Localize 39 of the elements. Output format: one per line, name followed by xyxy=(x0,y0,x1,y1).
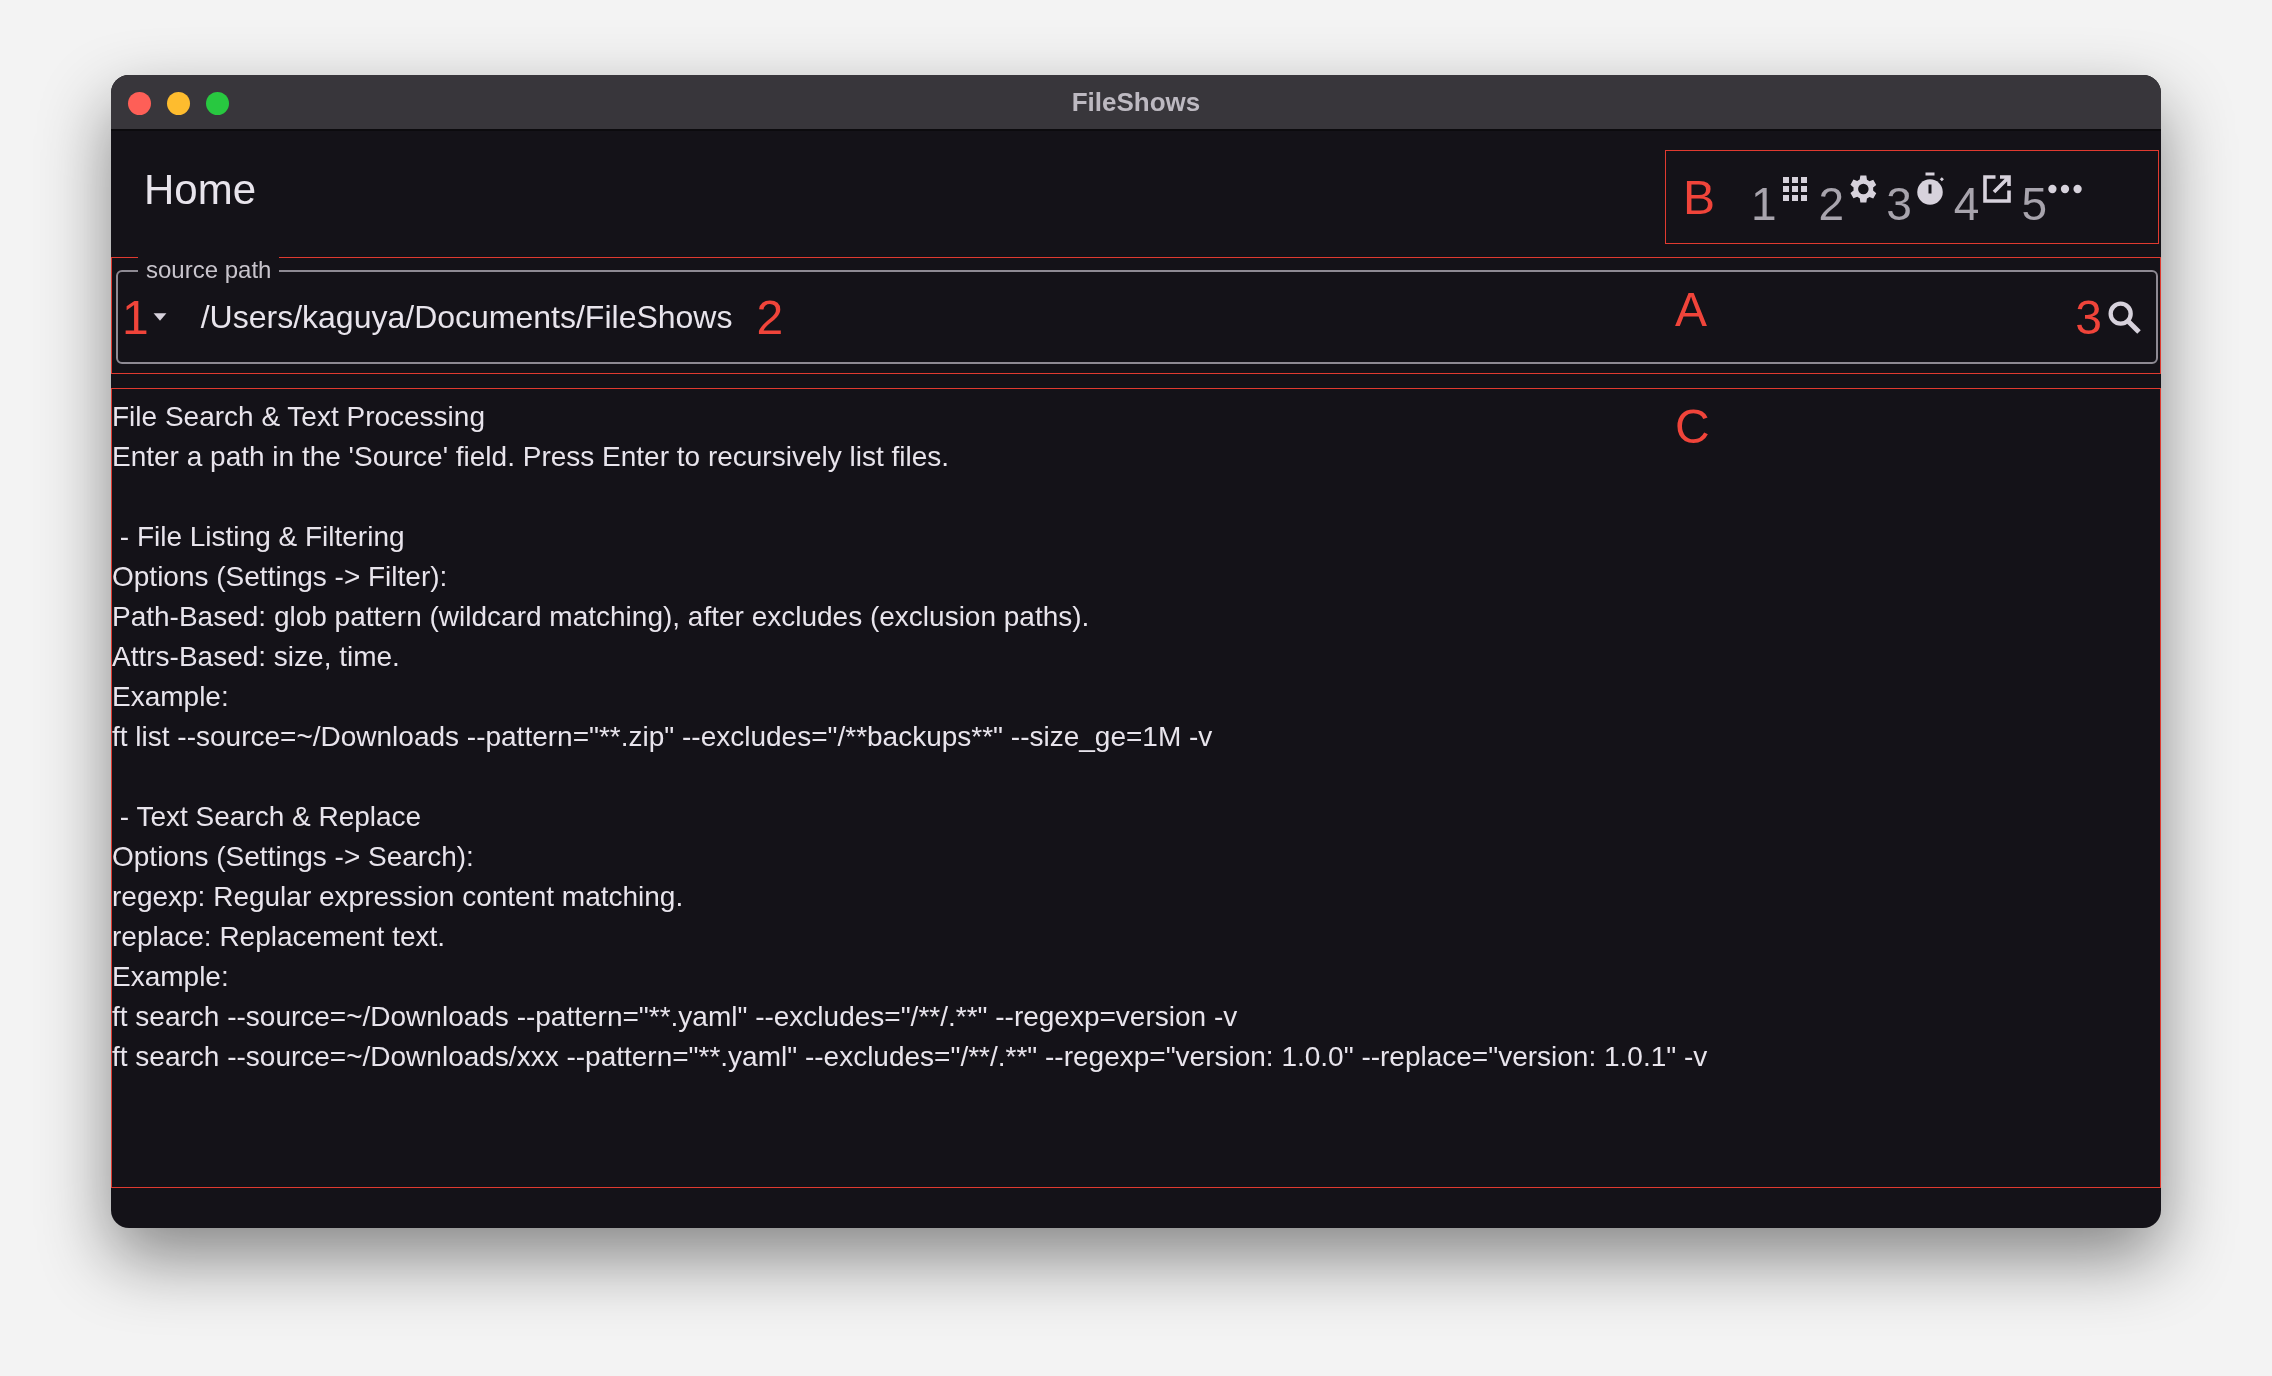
help-text-line: Options (Settings -> Search): xyxy=(112,840,474,874)
annotation-label: A xyxy=(1675,282,1707,337)
toolbar-button[interactable]: 4 xyxy=(1953,163,2016,231)
annotation-number: 2 xyxy=(1818,177,1845,231)
field-value: /Users/kaguya/Documents/FileShows xyxy=(200,298,733,336)
help-text-line: Path-Based: glob pattern (wildcard matching), after excludes (exclusion paths). xyxy=(112,600,1090,634)
more-icon xyxy=(2047,184,2083,194)
help-text-line: Example: xyxy=(112,960,229,994)
annotation-number: 5 xyxy=(2021,177,2047,231)
zoom-button[interactable] xyxy=(206,92,229,115)
annotation-label: C xyxy=(1675,399,1710,454)
minimize-button[interactable] xyxy=(167,92,190,115)
help-text-line: ft search --source=~/Downloads --pattern="**.yaml" --excludes="/**/.**" --regexp=version -v xyxy=(112,1000,1238,1034)
close-button[interactable] xyxy=(128,92,151,115)
help-text-line: Options (Settings -> Filter): xyxy=(112,560,448,594)
field-label: source path xyxy=(138,256,280,284)
help-text-line: regexp: Regular expression content matching. xyxy=(112,880,684,914)
help-text-line: replace: Replacement text. xyxy=(112,920,446,954)
help-text-line: File Search & Text Processing xyxy=(112,400,485,434)
help-text-line: ft search --source=~/Downloads/xxx --pattern="**.yaml" --excludes="/**/.**" --regexp="version: 1.0.0" --replace="version: 1.0.1" -v xyxy=(112,1040,1708,1074)
annotation-number: 4 xyxy=(1953,177,1980,231)
toolbar-button[interactable]: 1 xyxy=(1751,163,1813,231)
annotation-number: 1 xyxy=(122,289,149,345)
annotation-number: 3 xyxy=(2075,289,2102,345)
annotation-label: B xyxy=(1683,169,1715,225)
help-text-line: Example: xyxy=(112,680,229,714)
help-text-line: - File Listing & Filtering xyxy=(118,520,405,554)
annotation-number: 2 xyxy=(756,289,784,345)
help-text-line: ft list --source=~/Downloads --pattern="**.zip" --excludes="/**backups**" --size_ge=1M -v xyxy=(112,720,1213,754)
help-text-line: - Text Search & Replace xyxy=(118,800,422,834)
help-text-line: Attrs-Based: size, time. xyxy=(112,640,400,674)
page-title: Home xyxy=(144,166,257,214)
annotation-number: 3 xyxy=(1886,177,1912,231)
toolbar-button[interactable]: 2 xyxy=(1818,163,1881,231)
help-text-line: Enter a path in the 'Source' field. Press Enter to recursively list files. xyxy=(112,440,950,474)
toolbar-button[interactable]: 3 xyxy=(1886,163,1948,231)
annotation-number: 1 xyxy=(1751,177,1777,231)
toolbar-button[interactable]: 5 xyxy=(2021,163,2083,231)
window-title: FileShows xyxy=(1071,86,1201,118)
